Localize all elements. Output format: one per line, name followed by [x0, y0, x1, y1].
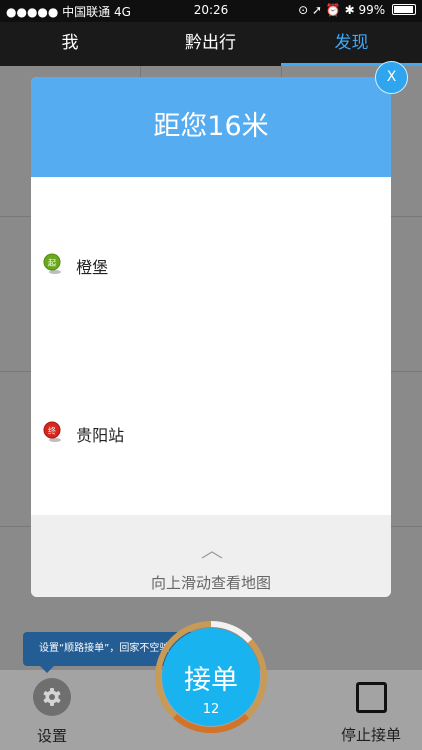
order-detail-card: 距您16米 起 橙堡 终 贵阳站 向上滑动查看地图: [31, 77, 391, 597]
start-location: 橙堡: [76, 258, 109, 277]
chevron-up-icon: [201, 545, 223, 563]
settings-label: 设置: [36, 727, 67, 745]
stop-accepting-label: 停止接单: [340, 726, 401, 744]
settings-button[interactable]: 设置: [22, 678, 82, 748]
distance-title: 距您16米: [31, 77, 391, 177]
route-end: 终 贵阳站: [43, 421, 124, 447]
battery-percent: ⊙ ➚ ⏰ ✱ 99%: [298, 3, 386, 17]
swipe-up-area[interactable]: 向上滑动查看地图: [31, 515, 391, 597]
battery-icon: [392, 4, 416, 15]
start-badge: 起: [48, 259, 56, 268]
end-pin-icon: 终: [43, 421, 63, 447]
tooltip-arrow: [40, 666, 54, 673]
stop-accepting-button[interactable]: 停止接单: [335, 680, 407, 748]
end-location: 贵阳站: [76, 426, 125, 445]
end-badge: 终: [48, 426, 56, 436]
close-button[interactable]: X: [375, 61, 408, 94]
swipe-hint: 向上滑动查看地图: [150, 574, 271, 592]
route-start: 起 橙堡: [43, 253, 108, 279]
gear-icon: [33, 678, 71, 716]
tab-discover[interactable]: 发现: [281, 22, 422, 66]
top-nav: 我 黔出行 发现: [0, 22, 422, 66]
stop-square-icon: [355, 682, 387, 713]
order-count: 12: [202, 702, 220, 717]
start-pin-icon: 起: [43, 253, 63, 279]
tab-qian-trip[interactable]: 黔出行: [140, 22, 281, 66]
status-bar: ●●●●● 中国联通 4G 20:26 ⊙ ➚ ⏰ ✱ 99%: [0, 0, 422, 22]
accept-order-button[interactable]: 接单 12: [162, 628, 260, 726]
status-indicators: ⊙ ➚ ⏰ ✱ 99%: [298, 3, 416, 17]
tab-me[interactable]: 我: [0, 22, 140, 66]
accept-order-label: 接单: [184, 665, 238, 696]
